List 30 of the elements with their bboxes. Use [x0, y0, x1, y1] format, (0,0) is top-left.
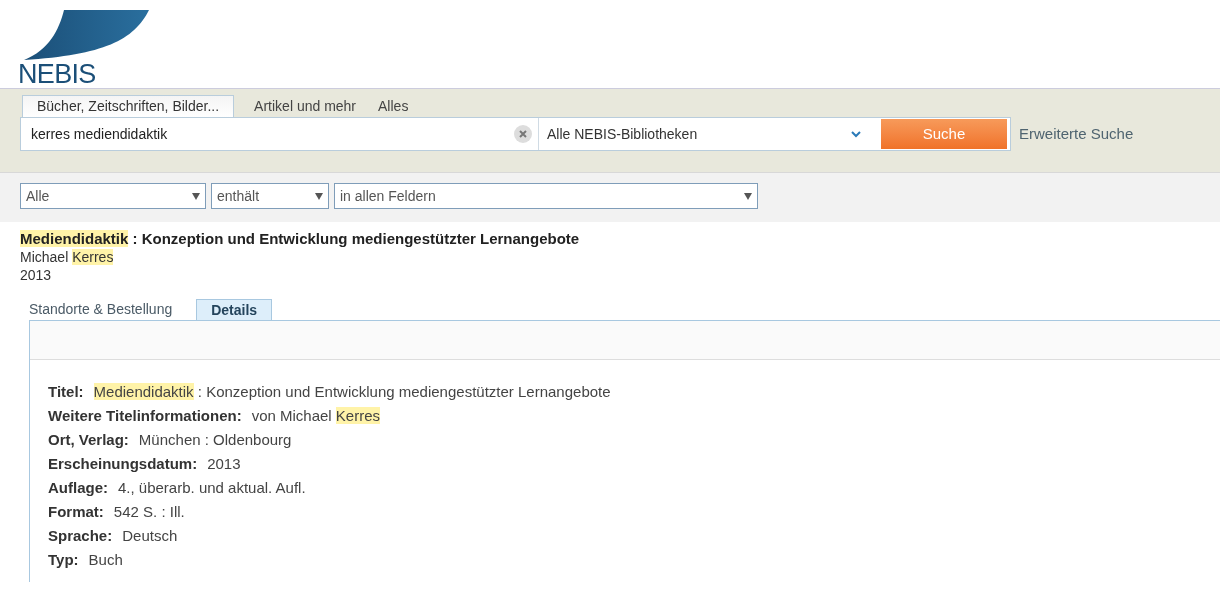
advanced-search-link[interactable]: Erweiterte Suche — [1019, 122, 1134, 146]
clear-icon[interactable] — [514, 125, 532, 143]
logo-swoosh-icon — [24, 10, 149, 60]
dropdown-arrow-icon — [744, 192, 752, 200]
logo-text: NEBIS — [18, 60, 97, 88]
scope-dropdown[interactable]: Alle NEBIS-Bibliotheken — [539, 118, 881, 150]
result-author: Michael Kerres — [20, 248, 115, 266]
detail-line: Weitere Titelinformationen: von Michael Kerres — [48, 406, 382, 426]
filter-dropdown[interactable]: in allen Feldern — [334, 183, 758, 209]
result-year: 2013 — [20, 266, 53, 284]
filter-dropdown[interactable]: Alle — [20, 183, 206, 209]
detail-line: Ort, Verlag: München : Oldenbourg — [48, 430, 293, 450]
filter-dropdown[interactable]: enthält — [211, 183, 329, 209]
detail-line: Sprache: Deutsch — [48, 526, 179, 546]
search-bar[interactable]: kerres mediendidaktik Alle NEBIS-Bibliotheken Suche — [20, 117, 1011, 151]
detail-line: Titel: Mediendidaktik : Konzeption und Entwicklung mediengestützter Lernangebote — [48, 382, 612, 402]
detail-line: Erscheinungsdatum: 2013 — [48, 454, 242, 474]
detail-line: Format: 542 S. : Ill. — [48, 502, 186, 522]
detail-tab[interactable]: Standorte & Bestellung — [29, 299, 173, 320]
detail-line: Typ: Buch — [48, 550, 124, 570]
detail-line: Auflage: 4., überarb. und aktual. Aufl. — [48, 478, 307, 498]
dropdown-arrow-icon — [315, 192, 323, 200]
chevron-down-icon — [851, 130, 861, 138]
result-title[interactable]: Mediendidaktik : Konzeption und Entwicklung mediengestützter Lernangebote — [20, 230, 1220, 248]
search-tab[interactable]: Alles — [376, 95, 411, 117]
search-field[interactable]: kerres mediendidaktik — [31, 123, 514, 145]
detail-tab[interactable]: Details — [196, 299, 273, 320]
search-tab[interactable]: Bücher, Zeitschriften, Bilder... — [22, 95, 235, 117]
dropdown-arrow-icon — [192, 192, 200, 200]
search-tab[interactable]: Artikel und mehr — [252, 95, 359, 117]
